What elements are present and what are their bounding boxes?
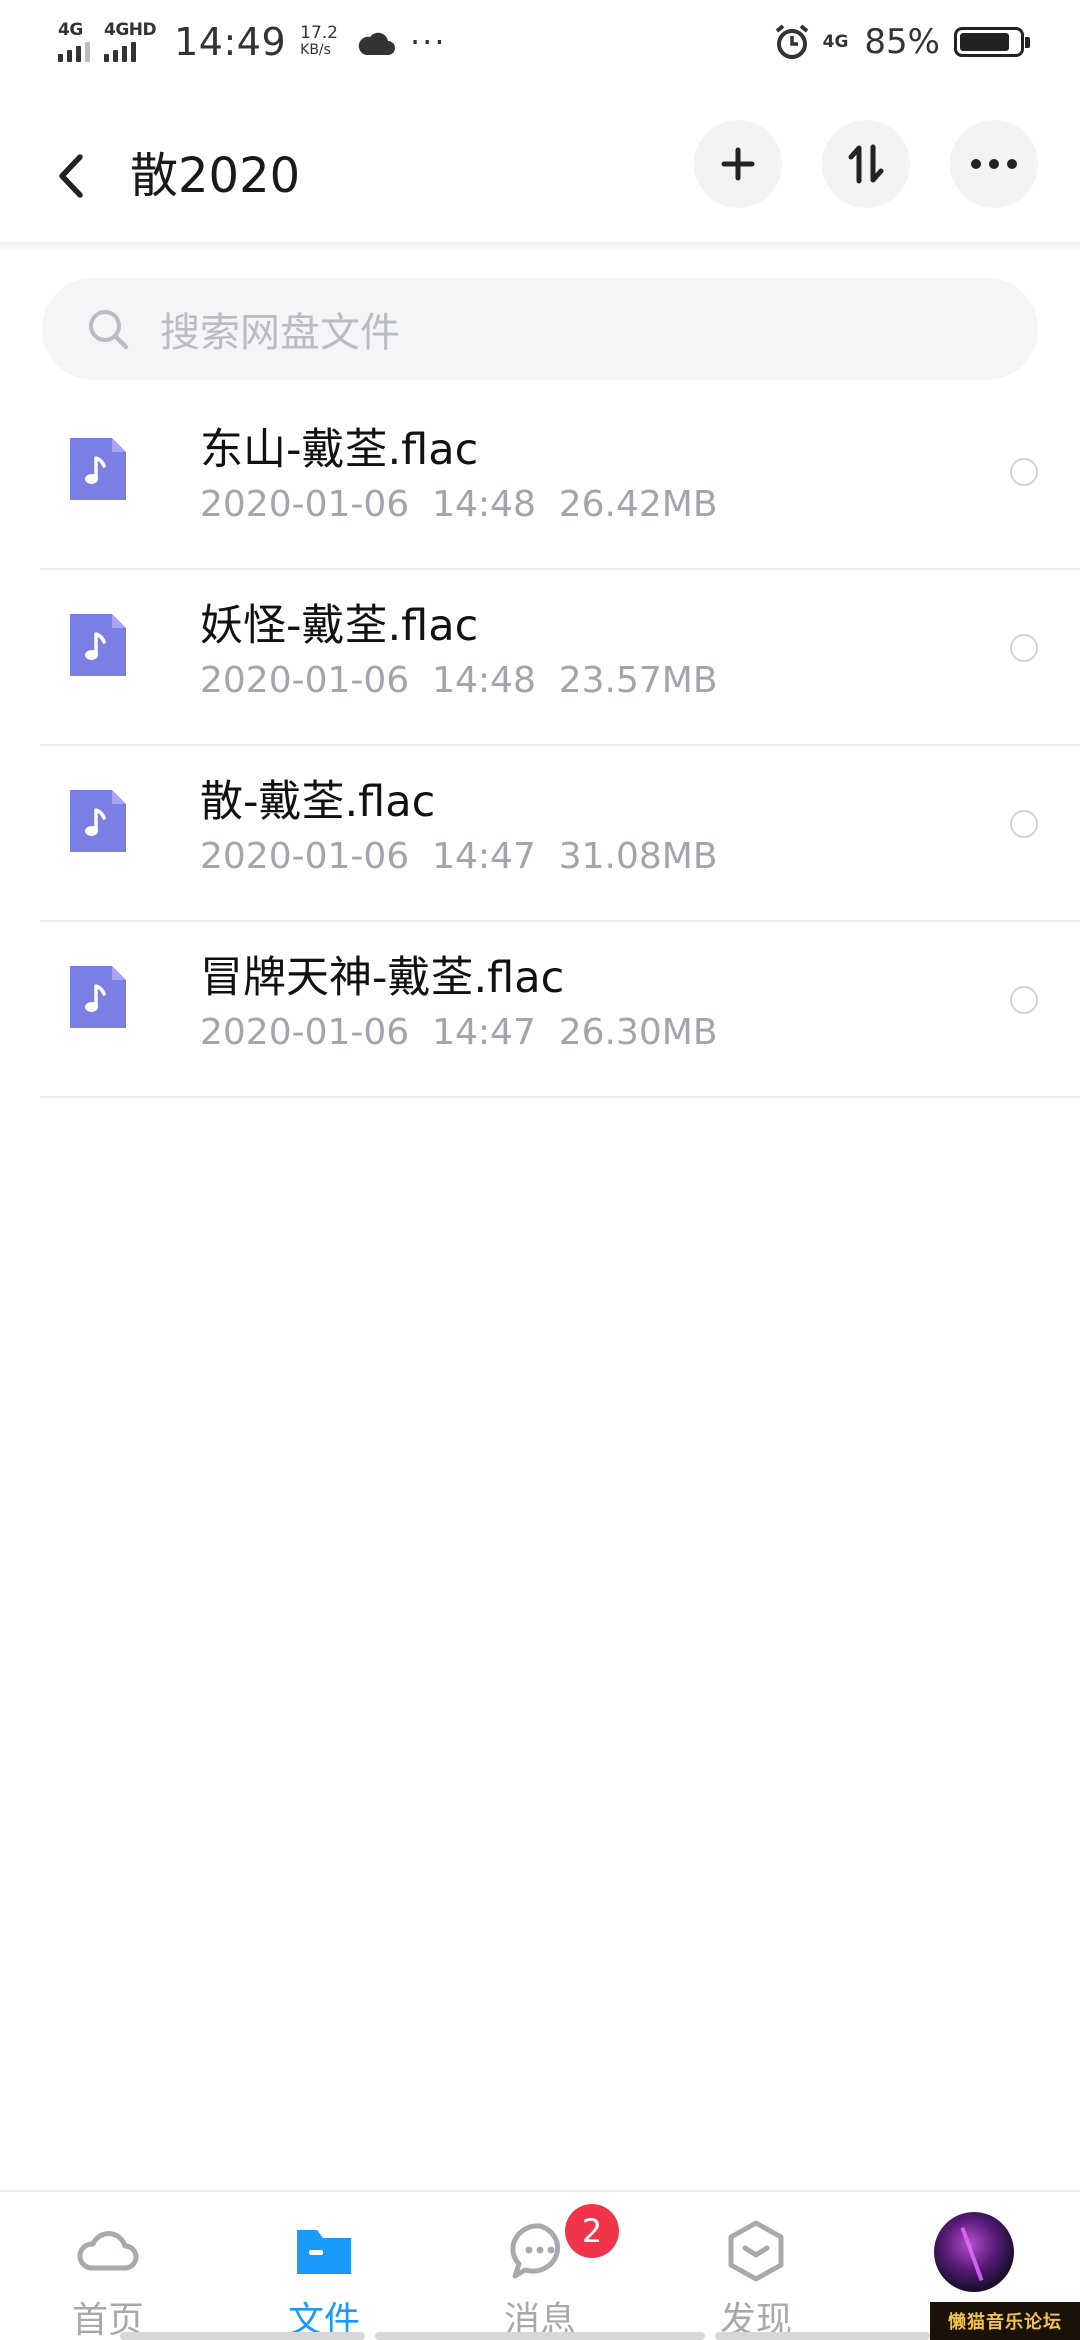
battery-fill [960,33,1010,51]
select-checkbox[interactable] [1010,810,1038,838]
signal-1-icon: 4G [58,22,90,62]
status-bar: 4G 4GHD 14:49 17.2 KB/s ··· 4G 85% [0,0,1080,84]
notification-more-icon: ··· [410,23,447,61]
search-input[interactable]: 搜索网盘文件 [42,278,1038,380]
clock: 14:49 [174,20,287,64]
watermark: 懒猫音乐论坛 [930,2302,1080,2340]
folder-icon [297,2230,351,2274]
more-button[interactable] [950,120,1038,208]
file-name: 妖怪-戴荃.flac [200,601,479,651]
speed-unit: KB/s [300,42,331,58]
select-checkbox[interactable] [1010,458,1038,486]
signal-2-icon: 4GHD [104,20,157,62]
file-row[interactable]: 妖怪-戴荃.flac 2020-01-06 14:48 23.57MB [40,570,1080,746]
sort-button[interactable] [822,120,910,208]
unread-badge: 2 [565,2204,619,2258]
chat-bubble-icon [510,2223,561,2279]
alarm-icon [775,24,808,59]
battery-icon [954,27,1030,57]
home-indicator [715,2332,930,2340]
back-button[interactable] [48,142,92,210]
app-header: 散2020 [0,120,1080,232]
search-icon [89,310,129,350]
file-list: 东山-戴荃.flac 2020-01-06 14:48 26.42MB 妖怪-戴… [0,394,1080,1098]
home-indicator [120,2332,365,2340]
nav-home[interactable]: 首页 [0,2192,216,2340]
network-type-3: 4G [822,31,849,52]
music-file-icon [70,614,126,676]
hexagon-icon [728,2220,784,2282]
nav-discover[interactable]: 发现 [648,2192,864,2340]
add-button[interactable] [694,120,782,208]
home-indicator [375,2332,705,2340]
file-row[interactable]: 冒牌天神-戴荃.flac 2020-01-06 14:47 26.30MB [40,922,1080,1098]
page-title: 散2020 [130,148,301,204]
search-placeholder: 搜索网盘文件 [160,310,400,356]
network-speed: 17.2 KB/s [300,25,338,59]
battery-percent: 85% [864,22,940,62]
status-right: 4G 85% [773,22,1030,62]
status-left: 4G 4GHD 14:49 17.2 KB/s ··· [58,20,447,64]
music-file-icon [70,438,126,500]
screen: 4G 4GHD 14:49 17.2 KB/s ··· 4G 85% 散2020… [0,0,1080,2340]
file-row[interactable]: 东山-戴荃.flac 2020-01-06 14:48 26.42MB [40,394,1080,570]
network-type-1: 4G [58,20,83,40]
bottom-nav: 首页 文件 2 消息 发现 [0,2190,1080,2340]
back-chevron-icon [59,154,83,198]
file-meta: 2020-01-06 14:47 31.08MB [200,836,718,877]
network-type-2: 4GHD [104,20,157,40]
nav-messages[interactable]: 2 消息 [432,2192,648,2340]
nav-files[interactable]: 文件 [216,2192,432,2340]
sort-arrows-icon [848,144,884,184]
file-meta: 2020-01-06 14:47 26.30MB [200,1012,718,1053]
music-file-icon [70,790,126,852]
select-checkbox[interactable] [1010,986,1038,1014]
file-meta: 2020-01-06 14:48 26.42MB [200,484,718,525]
file-meta: 2020-01-06 14:48 23.57MB [200,660,718,701]
cloud-icon [77,2231,139,2271]
file-name: 散-戴荃.flac [200,777,436,827]
file-name: 东山-戴荃.flac [200,425,479,475]
avatar[interactable] [934,2212,1014,2292]
more-dots-icon [971,159,1017,169]
select-checkbox[interactable] [1010,634,1038,662]
weather-cloud-icon [358,32,395,55]
speed-value: 17.2 [300,23,338,43]
file-row[interactable]: 散-戴荃.flac 2020-01-06 14:47 31.08MB [40,746,1080,922]
header-divider [0,242,1080,250]
plus-icon [721,147,755,181]
music-file-icon [70,966,126,1028]
file-name: 冒牌天神-戴荃.flac [200,953,565,1003]
